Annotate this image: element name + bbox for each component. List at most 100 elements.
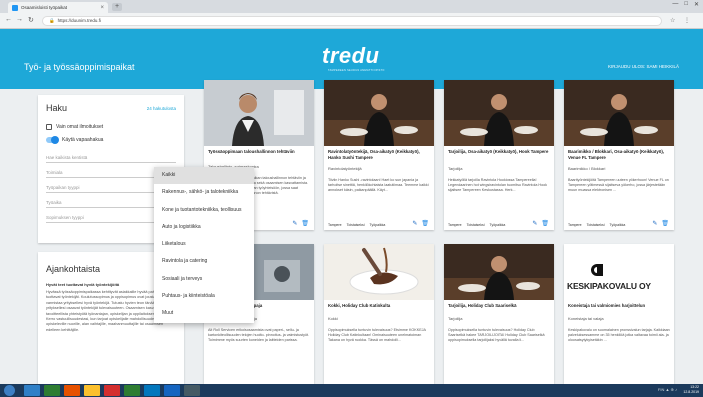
job-tag: Tampere	[328, 223, 342, 227]
back-icon[interactable]: ←	[5, 16, 12, 23]
page-title: Työ- ja työssäoppimispaikat	[24, 62, 135, 72]
forward-icon[interactable]: →	[16, 16, 23, 23]
industry-dropdown: Kaikki Rakennus-, sähkö- ja talotekniikk…	[154, 167, 254, 323]
window-controls: — □ ✕	[672, 1, 699, 8]
job-tag: Toistaiseksi	[346, 223, 365, 227]
reload-icon[interactable]: ↻	[28, 16, 34, 24]
job-card[interactable]: Kokki, Holiday Club Katinkulta Kokki Opp…	[324, 244, 434, 384]
job-card[interactable]: KESKIPAKOVALU OY Koneistaja tai valmiomi…	[564, 244, 674, 384]
trash-icon[interactable]: 🗑	[661, 220, 669, 227]
system-tray[interactable]: FIN ▲ ⊕ ♪	[658, 387, 677, 392]
job-description: Tiiviin Hanko Sushi -ravintolaan! Haet k…	[328, 178, 429, 193]
job-title[interactable]: Työssäoppimaan taloushallinnon tehtäviin	[208, 149, 310, 155]
checkbox-icon[interactable]	[46, 124, 52, 130]
job-actions: ✎ 🗑	[532, 220, 549, 227]
outlook-icon[interactable]	[144, 385, 160, 396]
window-close-icon[interactable]: ✕	[694, 1, 699, 8]
lock-icon: 🔒	[49, 18, 55, 23]
job-category: Tarjoilija	[448, 166, 463, 171]
excel-icon[interactable]	[124, 385, 140, 396]
job-description: Keskipakovalu on suomalainen pronssivalu…	[568, 328, 670, 343]
job-image	[324, 80, 434, 146]
dropdown-item[interactable]: Rakennus-, sähkö- ja talotekniikka	[154, 184, 254, 201]
star-icon[interactable]: ☆	[670, 17, 675, 24]
dropdown-item[interactable]: Sosiaali ja terveys	[154, 271, 254, 288]
free-search-label: Käytä vapaahakua	[62, 137, 104, 143]
edit-icon[interactable]: ✎	[532, 220, 537, 227]
dropdown-item[interactable]: Kaikki	[154, 167, 254, 185]
dropdown-item[interactable]: Liiketalous	[154, 236, 254, 253]
maximize-icon[interactable]: □	[684, 1, 688, 8]
trash-icon[interactable]: 🗑	[541, 220, 549, 227]
new-tab-button[interactable]: +	[112, 3, 122, 11]
menu-icon[interactable]: ⋮	[684, 17, 690, 24]
tredu-logo[interactable]: tredu	[322, 43, 380, 69]
trash-icon[interactable]: 🗑	[301, 220, 309, 227]
job-actions: ✎ 🗑	[292, 220, 309, 227]
job-card[interactable]: Baarimikko / Blokkari, Osa-aikatyö (Keik…	[564, 80, 674, 230]
job-tag: Tampere	[448, 223, 462, 227]
favicon-icon	[12, 4, 18, 11]
clock[interactable]: 13:22 12.8.2019	[683, 385, 699, 395]
logout-link[interactable]: KIRJAUDU ULOS: SAMI HEIKKILÄ	[608, 64, 679, 69]
browser-tabbar: Osaamisloisti työpaikat × + — □ ✕	[0, 0, 703, 13]
url-input[interactable]: 🔒 https://duunim.tredu.fi	[42, 16, 662, 26]
app-icon[interactable]	[184, 385, 200, 396]
browser-tab[interactable]: Osaamisloisti työpaikat ×	[8, 2, 108, 13]
word-icon[interactable]	[164, 385, 180, 396]
job-card[interactable]: Tarjoilija, Holiday Club Saariselkä Tarj…	[444, 244, 554, 384]
job-image	[564, 80, 674, 146]
dropdown-item[interactable]: Muut	[154, 305, 254, 322]
search-title: Haku	[46, 103, 68, 113]
job-tag: Tampere	[568, 223, 582, 227]
job-tag: Työpaikka	[369, 223, 386, 227]
job-description: Hekkatyöllä tarjoilla Ravintola Hookioss…	[448, 178, 548, 193]
trash-icon[interactable]: 🗑	[421, 220, 429, 227]
logo-subtitle: TAMPEREEN SEUDUN AMMATTIOPISTO	[328, 69, 385, 72]
edit-icon[interactable]: ✎	[412, 220, 417, 227]
job-image	[444, 244, 554, 300]
dropdown-item[interactable]: Auto ja logistiikka	[154, 219, 254, 236]
own-only-checkbox[interactable]: Vain omat ilmoitukset	[46, 124, 103, 130]
browser-tab-title: Osaamisloisti työpaikat	[21, 5, 68, 10]
job-title[interactable]: Tarjoilija, Osa-aikatyö (Keikkatyö), Hoo…	[448, 149, 550, 155]
job-card[interactable]: Ravintolatyöntekijä, Osa-aikatyö (Keikka…	[324, 80, 434, 230]
news-title: Ajankohtaista	[46, 264, 101, 274]
minimize-icon[interactable]: —	[672, 1, 678, 8]
job-actions: ✎ 🗑	[412, 220, 429, 227]
edit-icon[interactable]: ✎	[292, 220, 297, 227]
news-subtitle: Hyvät teet tuottavat hyviä työntekijöitä	[46, 282, 120, 287]
keyword-input[interactable]: Hae kaikista kentistä	[46, 155, 176, 163]
url-text: https://duunim.tredu.fi	[57, 18, 101, 23]
folder-icon[interactable]	[84, 385, 100, 396]
dropdown-item[interactable]: Kone ja tuotantotekniikka, teollisuus	[154, 202, 254, 219]
app-icon[interactable]	[64, 385, 80, 396]
job-tags: Tampere Toistaiseksi Työpaikka	[328, 223, 385, 227]
clock-date: 12.8.2019	[683, 390, 699, 394]
job-title[interactable]: Ravintolatyöntekijä, Osa-aikatyö (Keikka…	[328, 149, 430, 160]
dropdown-item[interactable]: Ravintola ja catering	[154, 253, 254, 270]
free-search-toggle[interactable]: Käytä vapaahakua	[46, 136, 104, 144]
job-image	[444, 80, 554, 146]
job-tag: Toistaiseksi	[586, 223, 605, 227]
dropdown-item[interactable]: Puhtaus- ja kiinteistöala	[154, 288, 254, 305]
company-logo	[564, 244, 674, 300]
job-title[interactable]: Kokki, Holiday Club Katinkulta	[328, 303, 430, 309]
job-card[interactable]: Tarjoilija, Osa-aikatyö (Keikkatyö), Hoo…	[444, 80, 554, 230]
chrome-icon[interactable]	[104, 385, 120, 396]
job-description: Baarityöntekijöitä Tampereen uuteen yöke…	[568, 178, 669, 193]
job-tag: Työpaikka	[489, 223, 506, 227]
job-category: Koneistaja tai valaja	[568, 316, 604, 321]
job-category: Tarjoilija	[448, 316, 463, 321]
start-button[interactable]	[4, 385, 15, 396]
close-tab-icon[interactable]: ×	[100, 5, 104, 11]
job-title[interactable]: Tarjoilija, Holiday Club Saariselkä	[448, 303, 550, 309]
job-title[interactable]: Baarimikko / Blokkari, Osa-aikatyö (Keik…	[568, 149, 670, 160]
job-title[interactable]: Koneistaja tai valmiomies harjoittelun	[568, 303, 670, 309]
result-count: 24 hakutulosta	[146, 106, 176, 111]
media-icon[interactable]	[44, 385, 60, 396]
edit-icon[interactable]: ✎	[652, 220, 657, 227]
toggle-switch[interactable]	[46, 136, 59, 144]
explorer-icon[interactable]	[24, 385, 40, 396]
job-category: Ravintolatyöntekijä	[328, 166, 362, 171]
